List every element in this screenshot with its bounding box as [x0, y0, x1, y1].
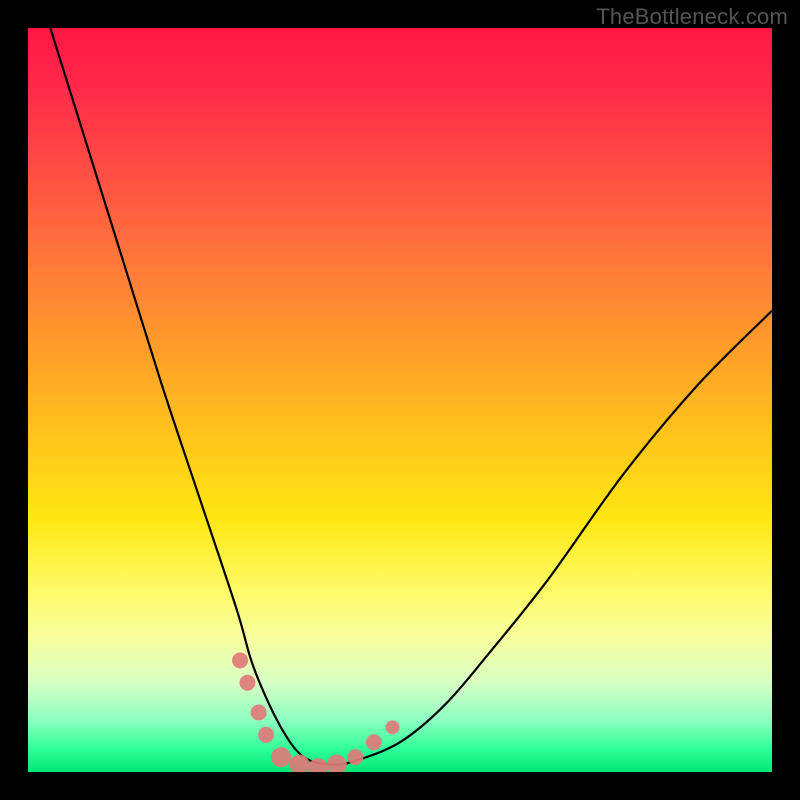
chart-plot-area	[28, 28, 772, 772]
curve-marker	[232, 652, 248, 668]
curve-marker	[251, 704, 267, 720]
bottleneck-curve-path	[50, 28, 772, 765]
curve-marker	[366, 734, 382, 750]
curve-marker	[271, 747, 291, 767]
curve-marker	[239, 675, 255, 691]
curve-marker	[347, 749, 363, 765]
watermark-text: TheBottleneck.com	[596, 4, 788, 30]
curve-marker	[327, 755, 347, 772]
curve-marker	[386, 720, 400, 734]
curve-marker	[258, 727, 274, 743]
curve-marker	[290, 755, 310, 772]
bottleneck-chart	[28, 28, 772, 772]
